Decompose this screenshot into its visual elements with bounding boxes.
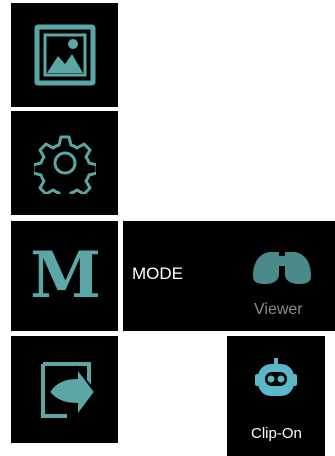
robot-face-icon xyxy=(255,358,297,396)
gallery-button[interactable] xyxy=(11,3,118,107)
export-button[interactable] xyxy=(11,336,118,443)
clip-on-label: Clip-On xyxy=(251,425,302,442)
settings-button[interactable] xyxy=(11,111,118,215)
binoculars-icon xyxy=(253,252,311,284)
mode-button[interactable]: M xyxy=(11,221,118,331)
m-letter-icon: M xyxy=(30,238,101,313)
mode-label: MODE xyxy=(132,264,183,283)
image-icon xyxy=(34,24,95,86)
viewer-option[interactable]: Viewer xyxy=(223,221,335,331)
clip-on-option[interactable]: Clip-On xyxy=(227,336,325,456)
gear-icon xyxy=(33,135,96,194)
export-arrow-icon xyxy=(40,361,96,419)
mode-panel: MODE Viewer xyxy=(123,221,335,331)
viewer-label: Viewer xyxy=(254,301,303,318)
